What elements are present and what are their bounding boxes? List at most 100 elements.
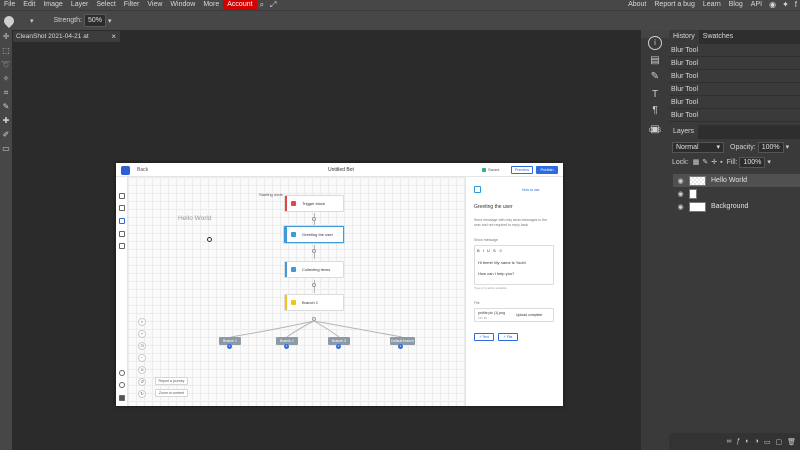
move-tool-icon[interactable]: ✛ xyxy=(1,32,11,42)
tab-layers[interactable]: Layers xyxy=(669,125,699,139)
lock-transparency-icon[interactable]: ▦ xyxy=(693,158,700,166)
css-button[interactable]: CSS xyxy=(648,128,662,134)
brush-dropdown-icon[interactable]: ▾ xyxy=(30,17,34,25)
opacity-dropdown-icon[interactable]: ▾ xyxy=(786,143,790,151)
fx-icon[interactable]: ƒ xyxy=(736,438,740,445)
file-attachment: profile pic (1).png 137 kb Upload comple… xyxy=(474,308,554,322)
character-icon[interactable]: T xyxy=(648,88,662,102)
output-node: Default branch 4 xyxy=(390,337,415,349)
eyedropper-tool-icon[interactable]: ✎ xyxy=(1,102,11,112)
paragraph-icon[interactable]: ¶ xyxy=(648,104,662,118)
strength-input[interactable]: 50% xyxy=(83,14,106,27)
chevron-down-icon: ▾ xyxy=(716,143,720,151)
panel-icon-strip: i ▤ ✎ T ¶ ▣ CSS xyxy=(641,30,669,450)
menu-edit[interactable]: Edit xyxy=(19,0,39,10)
layer-row[interactable]: ◉ Background xyxy=(673,200,800,213)
folder-icon[interactable]: ▭ xyxy=(764,438,771,446)
facebook-icon[interactable]: f xyxy=(792,0,800,10)
link-about[interactable]: About xyxy=(624,0,650,10)
canvas-workspace[interactable]: Back Untitled Bot Saved Preview Publish … xyxy=(13,42,641,450)
link-icon[interactable]: ∞ xyxy=(726,438,731,445)
sidebar-help-icon xyxy=(119,370,125,376)
tab-history[interactable]: History xyxy=(669,30,699,44)
node-title: Greeting the user xyxy=(474,204,513,210)
opacity-input[interactable]: 100% xyxy=(757,141,784,153)
sidebar-image-icon xyxy=(119,231,125,237)
fit-icon: ⊡ xyxy=(138,342,146,350)
fill-dropdown-icon[interactable]: ▾ xyxy=(767,158,771,166)
search-icon[interactable]: ⌕ xyxy=(257,0,267,10)
file-status: Upload complete xyxy=(516,313,543,317)
trash-icon[interactable]: 🗑 xyxy=(787,438,796,446)
history-icon[interactable]: ▤ xyxy=(648,54,662,68)
tab-swatches[interactable]: Swatches xyxy=(699,30,737,44)
flow-canvas: Hello World Starting node Trigger block … xyxy=(128,177,465,406)
lock-position-icon[interactable]: ✛ xyxy=(711,158,717,166)
eye-icon[interactable]: ◉ xyxy=(676,177,685,185)
sidebar-flow-icon xyxy=(119,218,125,224)
wand-tool-icon[interactable]: ✧ xyxy=(1,74,11,84)
output-badge: 4 xyxy=(398,344,403,349)
history-tabs: History Swatches xyxy=(669,30,800,44)
history-item[interactable]: Blur Tool xyxy=(669,70,800,83)
show-message-label: Show message xyxy=(474,238,498,242)
link-learn[interactable]: Learn xyxy=(699,0,725,10)
eye-icon[interactable]: ◉ xyxy=(676,203,685,211)
menu-filter[interactable]: Filter xyxy=(120,0,144,10)
history-item[interactable]: Blur Tool xyxy=(669,44,800,57)
menu-select[interactable]: Select xyxy=(92,0,119,10)
canvas-image[interactable]: Back Untitled Bot Saved Preview Publish … xyxy=(116,163,563,406)
brush-tool-icon[interactable]: ✐ xyxy=(1,130,11,140)
message-node-icon xyxy=(474,186,481,193)
layer-thumbnail xyxy=(689,175,706,186)
new-layer-icon[interactable]: ▢ xyxy=(775,438,782,446)
history-item[interactable]: Blur Tool xyxy=(669,96,800,109)
crop-tool-icon[interactable]: ⌗ xyxy=(1,88,11,98)
history-item[interactable]: Blur Tool xyxy=(669,83,800,96)
fill-input[interactable]: 100% xyxy=(739,156,766,168)
eraser-tool-icon[interactable]: ▭ xyxy=(1,144,11,154)
link-report-bug[interactable]: Report a bug xyxy=(650,0,698,10)
reddit-icon[interactable]: ◉ xyxy=(766,0,779,10)
menu-window[interactable]: Window xyxy=(166,0,199,10)
how-to-use-link: How to use xyxy=(522,188,540,192)
app-saved-status: Saved xyxy=(482,167,499,172)
output-label: Default branch xyxy=(391,339,414,343)
eye-icon[interactable]: ◉ xyxy=(676,190,685,198)
menu-more[interactable]: More xyxy=(199,0,223,10)
options-bar: ▾ Strength: 50% ▾ xyxy=(0,10,800,30)
branch-lines xyxy=(230,320,403,338)
menu-view[interactable]: View xyxy=(143,0,166,10)
output-badge: 1 xyxy=(227,344,232,349)
strength-dropdown-icon[interactable]: ▾ xyxy=(108,17,112,25)
output-node: Branch 2 2 xyxy=(276,337,298,349)
link-api[interactable]: API xyxy=(747,0,766,10)
history-item[interactable]: Blur Tool xyxy=(669,57,800,70)
lock-all-icon[interactable]: ▪ xyxy=(720,159,722,166)
mask-icon[interactable]: ◐ xyxy=(745,438,749,445)
marquee-tool-icon[interactable]: ⬚ xyxy=(1,46,11,56)
layers-footer: ∞ ƒ ◐ ◑ ▭ ▢ 🗑 xyxy=(669,433,800,450)
menu-layer[interactable]: Layer xyxy=(67,0,93,10)
layer-row[interactable]: ◉ Hello World xyxy=(673,174,800,187)
message-line: How can I help you? xyxy=(478,271,515,276)
link-blog[interactable]: Blog xyxy=(725,0,747,10)
blend-mode-select[interactable]: Normal ▾ xyxy=(672,141,724,153)
lock-pixels-icon[interactable]: ✎ xyxy=(702,158,708,166)
twitter-icon[interactable]: ✦ xyxy=(779,0,792,10)
adjust-icon[interactable]: ◑ xyxy=(755,438,759,445)
fullscreen-icon[interactable]: ⤢ xyxy=(267,0,279,10)
document-tab[interactable]: CleanShot 2021-04-21 at × xyxy=(13,31,120,42)
account-button[interactable]: Account xyxy=(223,0,257,10)
menu-file[interactable]: File xyxy=(0,0,19,10)
brush-settings-icon[interactable]: ✎ xyxy=(648,70,662,84)
app-publish-button: Publish xyxy=(536,166,558,174)
lasso-tool-icon[interactable]: ➰ xyxy=(1,60,11,70)
app-back-link: Back xyxy=(137,167,149,173)
heal-tool-icon[interactable]: ✚ xyxy=(1,116,11,126)
menu-image[interactable]: Image xyxy=(39,0,66,10)
history-item[interactable]: Blur Tool xyxy=(669,109,800,122)
info-icon[interactable]: i xyxy=(648,36,662,50)
close-tab-icon[interactable]: × xyxy=(111,32,116,41)
layer-row[interactable]: ◉ xyxy=(673,187,800,200)
